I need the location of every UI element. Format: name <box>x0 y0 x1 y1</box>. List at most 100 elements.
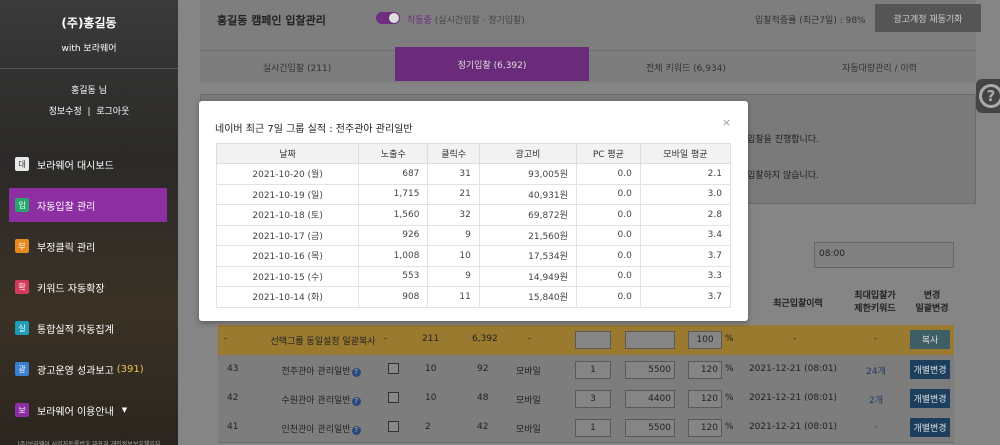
table-cell: 31 <box>427 163 480 185</box>
toggle-desc: (실시간입찰 · 정기입찰) <box>434 16 525 26</box>
help-tab[interactable]: ? <box>976 79 1000 113</box>
row-pct-input[interactable]: 120 <box>688 419 722 437</box>
row-device: 모바일 <box>516 367 541 377</box>
time-select[interactable]: 08:00 <box>814 242 954 268</box>
row-checkbox[interactable] <box>388 421 399 432</box>
sidebar-menu: 대 보라웨어 대시보드입 자동입찰 관리부 부정클릭 관리확 키워드 자동확장실 통합실적… <box>0 147 178 427</box>
info-text-1: 입찰을 진행합니다. <box>747 135 819 145</box>
menu-icon: 입 <box>15 198 29 212</box>
individual-change-button[interactable]: 개별변경 <box>910 389 950 408</box>
table-row: 43 전주관아 관리일반? 10 92 모바일 1 5500 120% 2021-12-21 (… <box>218 355 954 385</box>
pct-sign: % <box>725 422 734 432</box>
caret-down-icon: ▼ <box>121 406 128 414</box>
row-rank-input[interactable]: 1 <box>575 361 611 379</box>
row-max-keywords[interactable]: 24개 <box>846 364 906 377</box>
table-cell: 0.0 <box>575 183 641 205</box>
table-cell: 93,005원 <box>478 163 577 185</box>
sidebar-item-5[interactable]: 광 광고운영 성과보고 (391) <box>9 352 167 386</box>
row-bid-input[interactable]: 5500 <box>625 419 675 437</box>
bulk-dash-5: - <box>874 334 878 344</box>
copy-button[interactable]: 복사 <box>910 330 950 349</box>
row-bid-input[interactable]: 4400 <box>625 390 675 408</box>
sidebar-item-3[interactable]: 확 키워드 자동확장 <box>9 270 167 304</box>
row-n1: 2 <box>425 422 431 432</box>
sidebar-item-0[interactable]: 대 보라웨어 대시보드 <box>9 147 167 181</box>
row-no: 41 <box>227 422 239 432</box>
table-cell: 3.0 <box>639 183 732 205</box>
bulk-dash-3: - <box>528 334 532 344</box>
bidding-toggle[interactable] <box>376 12 400 24</box>
row-pct-input[interactable]: 120 <box>688 390 722 408</box>
bulk-pct-input[interactable]: 100 <box>688 331 722 349</box>
bid-hit-rate: 입찰적중률 (최근7일) : 98% <box>755 16 866 26</box>
table-cell: 21,560원 <box>478 224 577 246</box>
bulk-rank-input[interactable] <box>575 331 611 349</box>
row-no: 42 <box>227 393 239 403</box>
menu-icon: 확 <box>15 280 29 294</box>
table-cell: 2.1 <box>639 163 732 185</box>
row-checkbox[interactable] <box>388 363 399 374</box>
sidebar-item-2[interactable]: 부 부정클릭 관리 <box>9 229 167 263</box>
table-cell: 9 <box>427 224 480 246</box>
table-cell: 3.4 <box>639 224 732 246</box>
tab-realtime[interactable]: 실시간입찰 (211) <box>200 51 394 84</box>
table-cell: 2.8 <box>639 204 732 226</box>
row-device: 모바일 <box>516 425 541 435</box>
tab-all-keywords[interactable]: 전체 키워드 (6,934) <box>589 51 783 84</box>
table-row: 2021-10-16 (목) 1,008 10 17,534원 0.0 3.7 <box>215 245 732 267</box>
menu-icon: 부 <box>15 239 29 253</box>
sidebar-item-1[interactable]: 입 자동입찰 관리 <box>9 188 167 222</box>
performance-table: 날짜 노출수 클릭수 광고비 PC 평균 모바일 평균 2021-10-20 (월) 687… <box>215 143 732 308</box>
table-cell: 15,840원 <box>478 286 577 308</box>
table-cell: 0.0 <box>575 286 641 308</box>
performance-modal: 네이버 최근 7일 그룹 실적 : 전주관아 관리일반 × 날짜 노출수 클릭수 광고… <box>199 101 748 321</box>
table-row: 2021-10-20 (월) 687 31 93,005원 0.0 2.1 <box>215 163 732 185</box>
table-cell: 14,949원 <box>478 265 577 287</box>
row-pct-input[interactable]: 120 <box>688 361 722 379</box>
menu-icon: 보 <box>15 403 29 417</box>
edit-profile-link[interactable]: 정보수정 <box>49 107 82 117</box>
row-rank-input[interactable]: 3 <box>575 390 611 408</box>
page-title: 홍길동 캠페인 입찰관리 <box>217 14 326 27</box>
row-max-keywords[interactable]: 2개 <box>846 393 906 406</box>
row-max-keywords[interactable]: - <box>846 422 906 432</box>
row-group-name[interactable]: 인천관아 관리일반? <box>260 422 382 435</box>
info-text-2: 입찰하지 않습니다. <box>747 171 819 181</box>
table-cell: 0.0 <box>575 163 641 185</box>
individual-change-button[interactable]: 개별변경 <box>910 360 950 379</box>
help-icon: ? <box>979 84 1000 108</box>
logout-link[interactable]: 로그아웃 <box>96 107 129 117</box>
bulk-bid-input[interactable] <box>625 331 675 349</box>
row-last-bid: 2021-12-21 (08:01) <box>748 364 838 374</box>
modal-title: 네이버 최근 7일 그룹 실적 : 전주관아 관리일반 <box>215 124 413 135</box>
row-checkbox[interactable] <box>388 392 399 403</box>
col-max-bid: 최대입찰가 제한키워드 <box>854 291 896 314</box>
table-cell: 17,534원 <box>478 245 577 267</box>
table-cell: 3.7 <box>639 286 732 308</box>
row-group-name[interactable]: 수원관아 관리일반? <box>260 393 382 406</box>
table-cell: 3.3 <box>639 265 732 287</box>
resync-account-button[interactable]: 광고계정 재동기화 <box>875 4 981 32</box>
row-group-name[interactable]: 전주관아 관리일반? <box>260 364 382 377</box>
question-icon[interactable]: ? <box>351 397 361 406</box>
sidebar-item-4[interactable]: 실 통합실적 자동집계 <box>9 311 167 345</box>
tab-scheduled[interactable]: 정기입찰 (6,392) <box>395 47 589 81</box>
table-cell: 11 <box>427 286 480 308</box>
table-row: 2021-10-18 (토) 1,560 32 69,872원 0.0 2.8 <box>215 204 732 226</box>
table-cell: 926 <box>358 224 429 246</box>
question-icon[interactable]: ? <box>351 368 361 377</box>
question-icon[interactable]: ? <box>351 426 361 435</box>
close-icon[interactable]: × <box>722 116 731 129</box>
row-rank-input[interactable]: 1 <box>575 419 611 437</box>
individual-change-button[interactable]: 개별변경 <box>910 418 950 437</box>
sidebar-item-6[interactable]: 보 보라웨어 이용안내 ▼ <box>9 393 167 427</box>
table-cell: 0.0 <box>575 245 641 267</box>
row-n2: 42 <box>477 422 489 432</box>
table-row: 2021-10-17 (금) 926 9 21,560원 0.0 3.4 <box>215 224 732 246</box>
row-bid-input[interactable]: 5500 <box>625 361 675 379</box>
user-name: 홍길동 님 <box>71 86 107 96</box>
group-name-text: 인천관아 관리일반 <box>281 425 351 435</box>
bulk-dash-2: - <box>384 334 388 344</box>
tab-bulk-management[interactable]: 자동대량관리 / 이력 <box>783 51 976 84</box>
column-header: 광고비 <box>478 143 577 164</box>
